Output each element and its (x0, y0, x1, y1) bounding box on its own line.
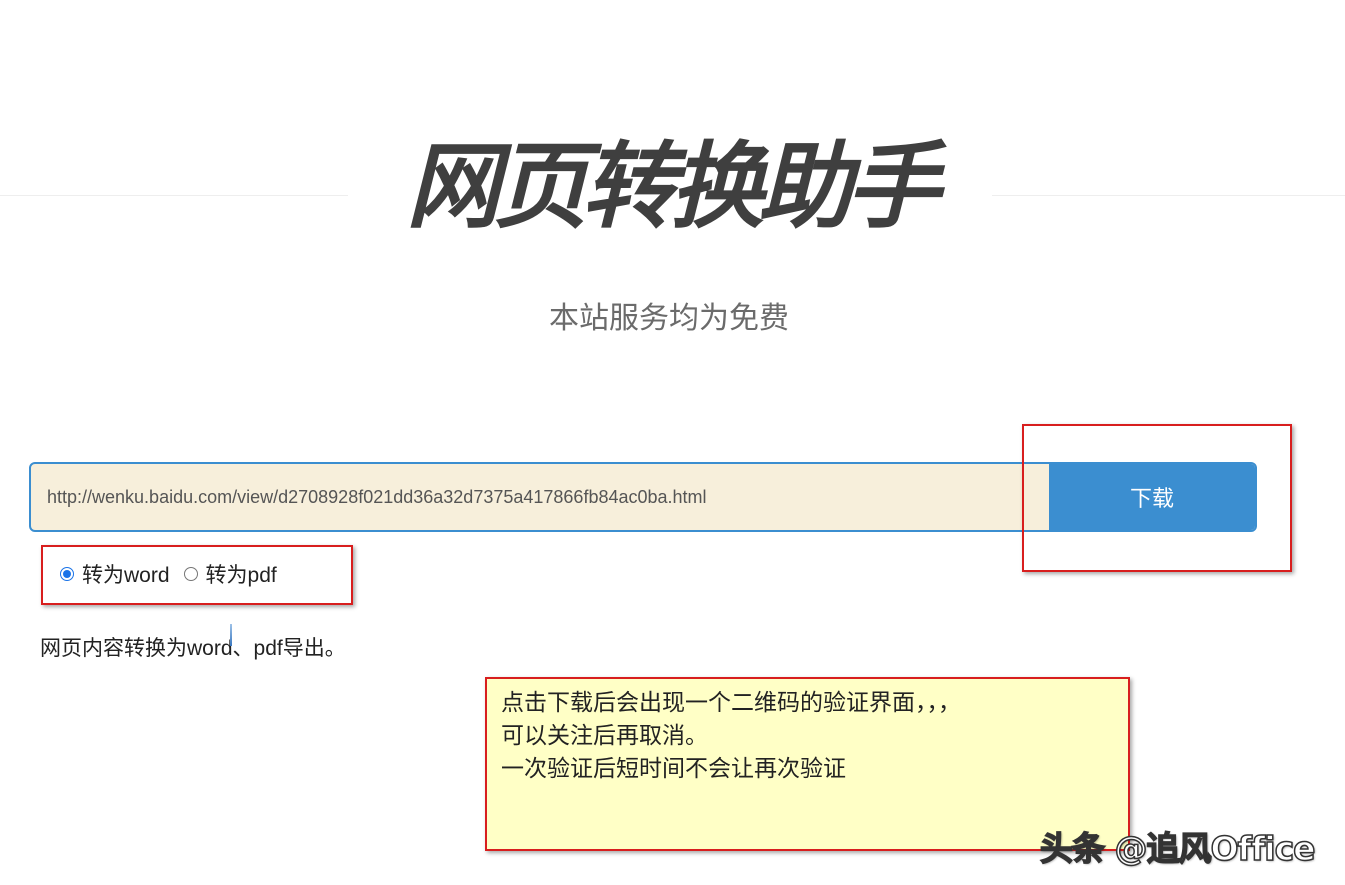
url-input[interactable] (31, 464, 1051, 530)
site-subtitle: 本站服务均为免费 (549, 302, 789, 335)
annotation-line-2: 可以关注后再取消。 (501, 723, 708, 749)
annotation-line-3: 一次验证后短时间不会让再次验证 (501, 756, 846, 782)
annotation-note: 点击下载后会出现一个二维码的验证界面，，， 可以关注后再取消。 一次验证后短时间… (485, 677, 1130, 851)
annotation-line-1: 点击下载后会出现一个二维码的验证界面，，， (501, 690, 961, 716)
watermark: 头条 @追风Office (1039, 828, 1316, 869)
text-cursor-icon (230, 624, 232, 646)
title-divider-left (0, 195, 348, 196)
highlight-box-download (1022, 424, 1292, 572)
title-divider-right (992, 195, 1345, 196)
site-title: 网页转换助手 (405, 133, 940, 242)
highlight-box-options (41, 545, 353, 605)
description-text: 网页内容转换为word、pdf导出。 (40, 637, 346, 660)
